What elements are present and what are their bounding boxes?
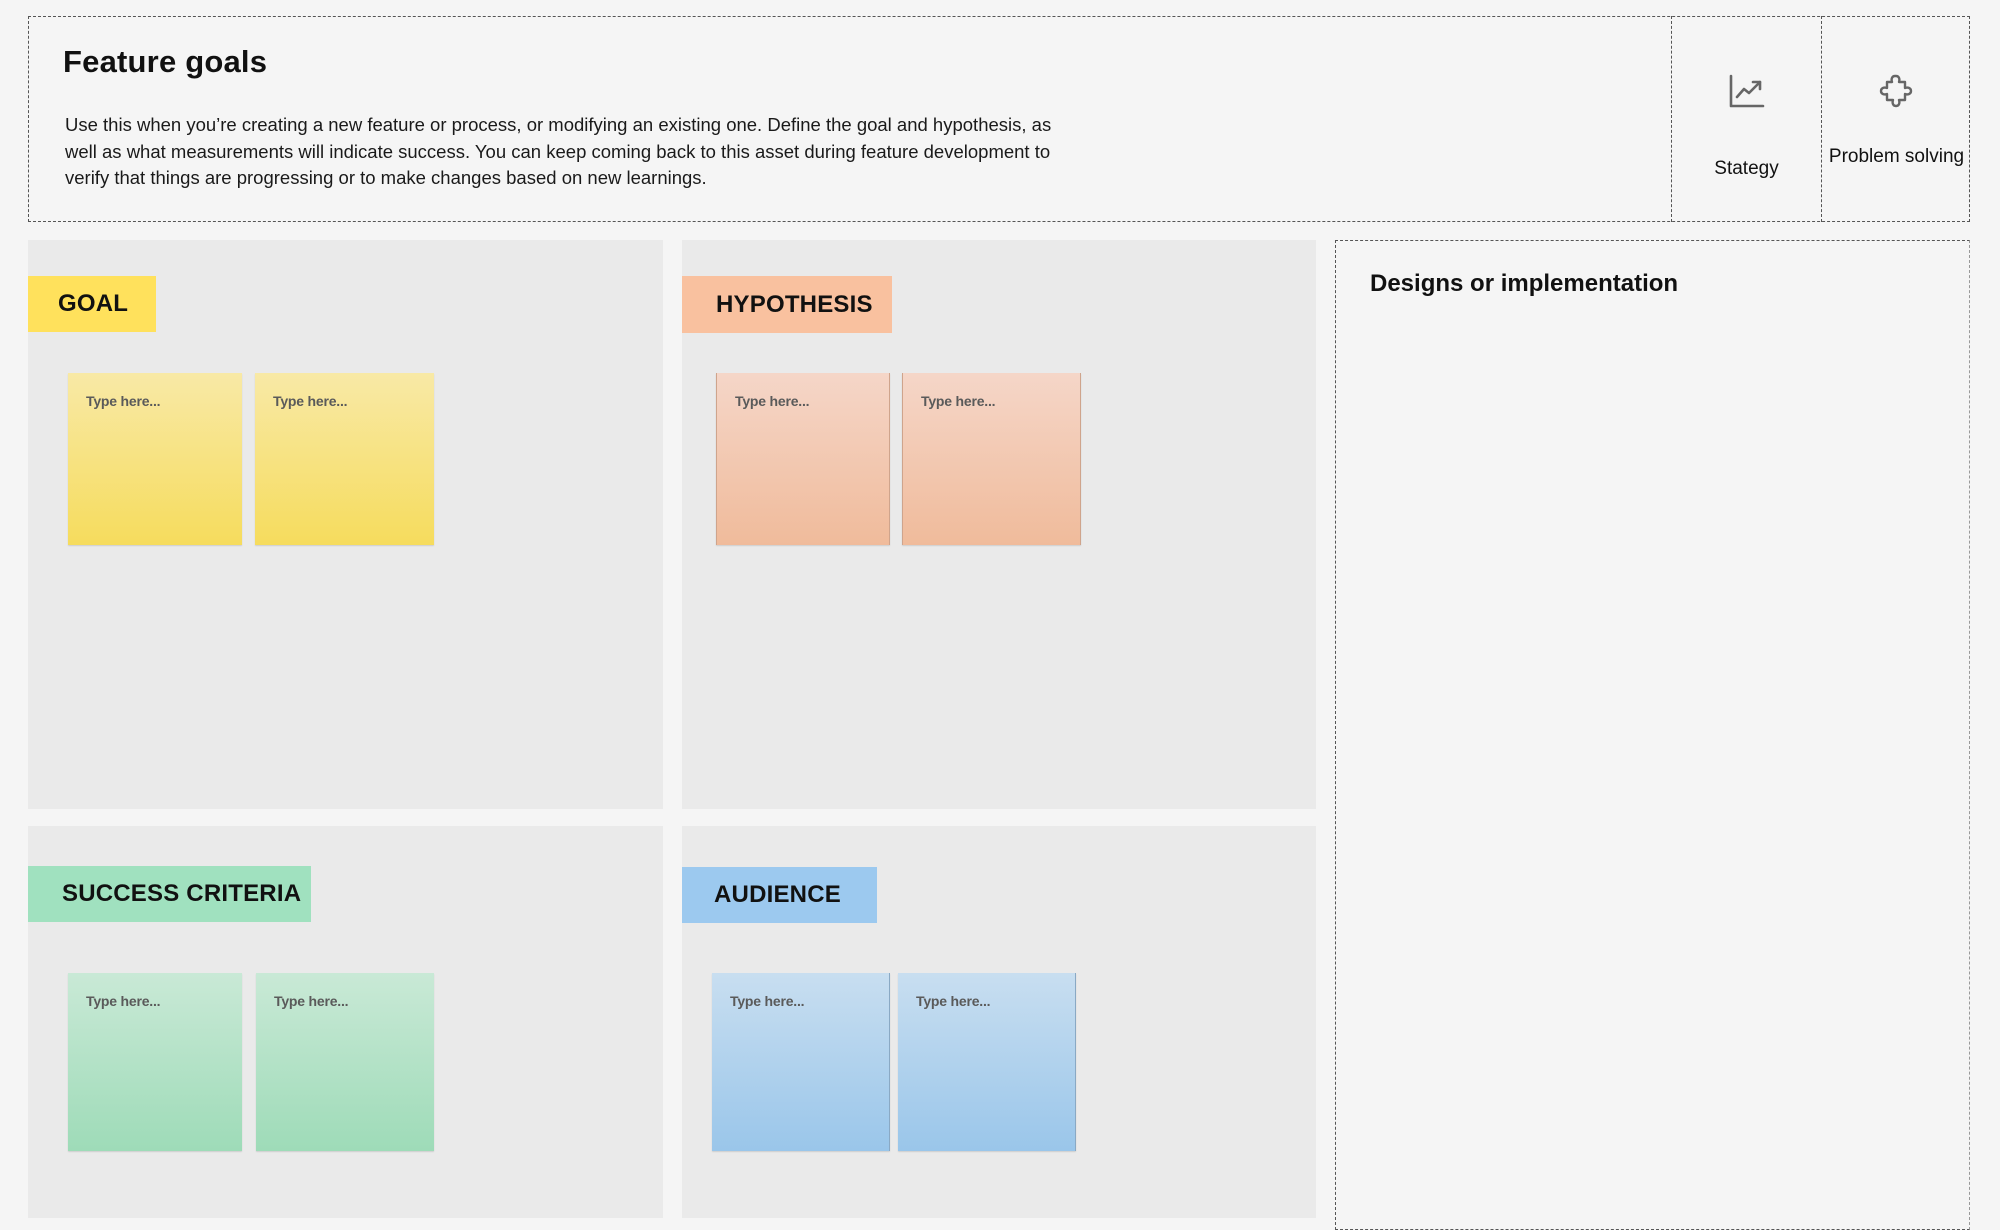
- hypothesis-sticky-note[interactable]: Type here...: [716, 373, 890, 545]
- audience-sticky-note[interactable]: Type here...: [898, 973, 1076, 1151]
- designs-title: Designs or implementation: [1370, 270, 1679, 297]
- audience-tag: AUDIENCE: [682, 867, 877, 923]
- page-title: Feature goals: [63, 44, 268, 79]
- hypothesis-sticky-note[interactable]: Type here...: [902, 373, 1081, 545]
- problem-solving-link[interactable]: Problem solving: [1821, 16, 1971, 222]
- chart-trend-up-icon: [1723, 68, 1771, 116]
- strategy-label: Stategy: [1714, 158, 1779, 179]
- problem-solving-label: Problem solving: [1828, 146, 1965, 167]
- page-description: Use this when you’re creating a new feat…: [65, 114, 1052, 188]
- designs-panel: [1335, 240, 1970, 1230]
- success-criteria-sticky-note[interactable]: Type here...: [68, 973, 242, 1151]
- goal-sticky-note[interactable]: Type here...: [68, 373, 242, 545]
- hypothesis-tag: HYPOTHESIS: [682, 276, 892, 333]
- puzzle-piece-icon: [1873, 68, 1921, 116]
- goal-sticky-note[interactable]: Type here...: [255, 373, 434, 545]
- goal-tag: GOAL: [28, 276, 156, 332]
- success-criteria-sticky-note[interactable]: Type here...: [256, 973, 434, 1151]
- audience-sticky-note[interactable]: Type here...: [712, 973, 890, 1151]
- strategy-link[interactable]: Stategy: [1671, 16, 1821, 222]
- success-criteria-tag: SUCCESS CRITERIA: [28, 866, 311, 922]
